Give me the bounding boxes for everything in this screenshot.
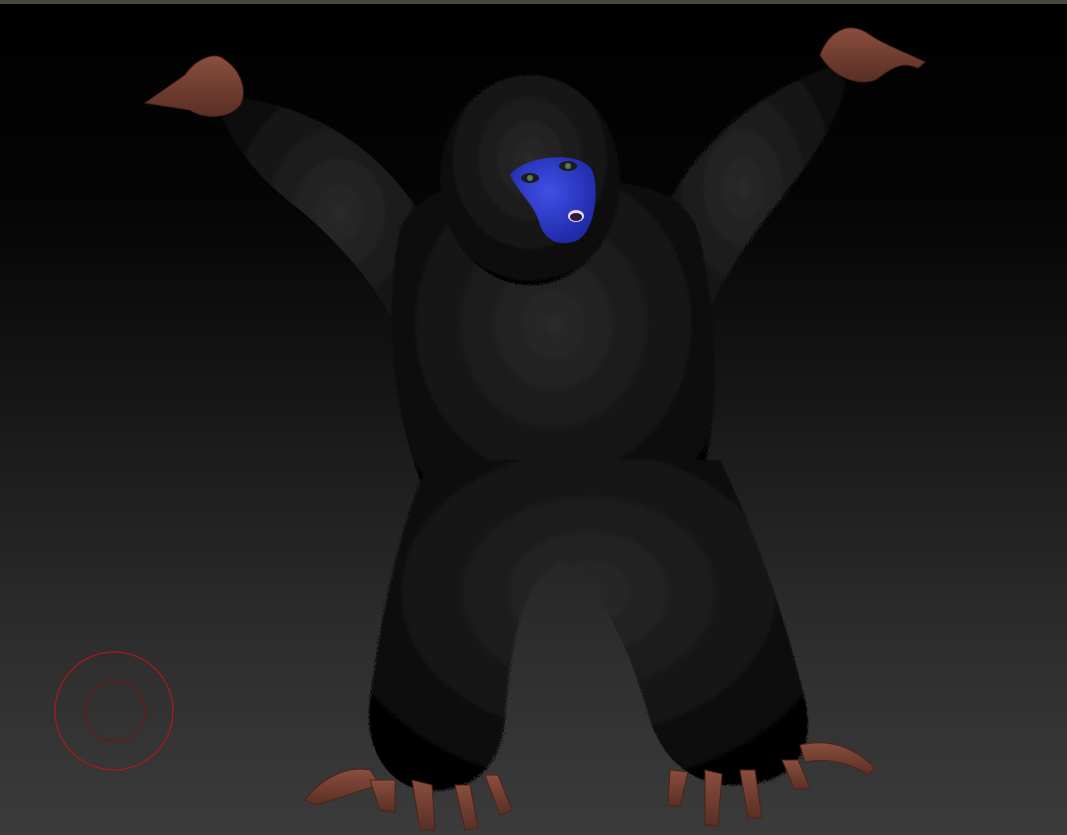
brush-inner-ring [84,680,146,742]
brush-cursor [54,651,174,771]
brush-outer-ring [54,651,174,771]
gorilla-legs [369,460,808,791]
canvas-viewport[interactable] [0,0,1067,835]
